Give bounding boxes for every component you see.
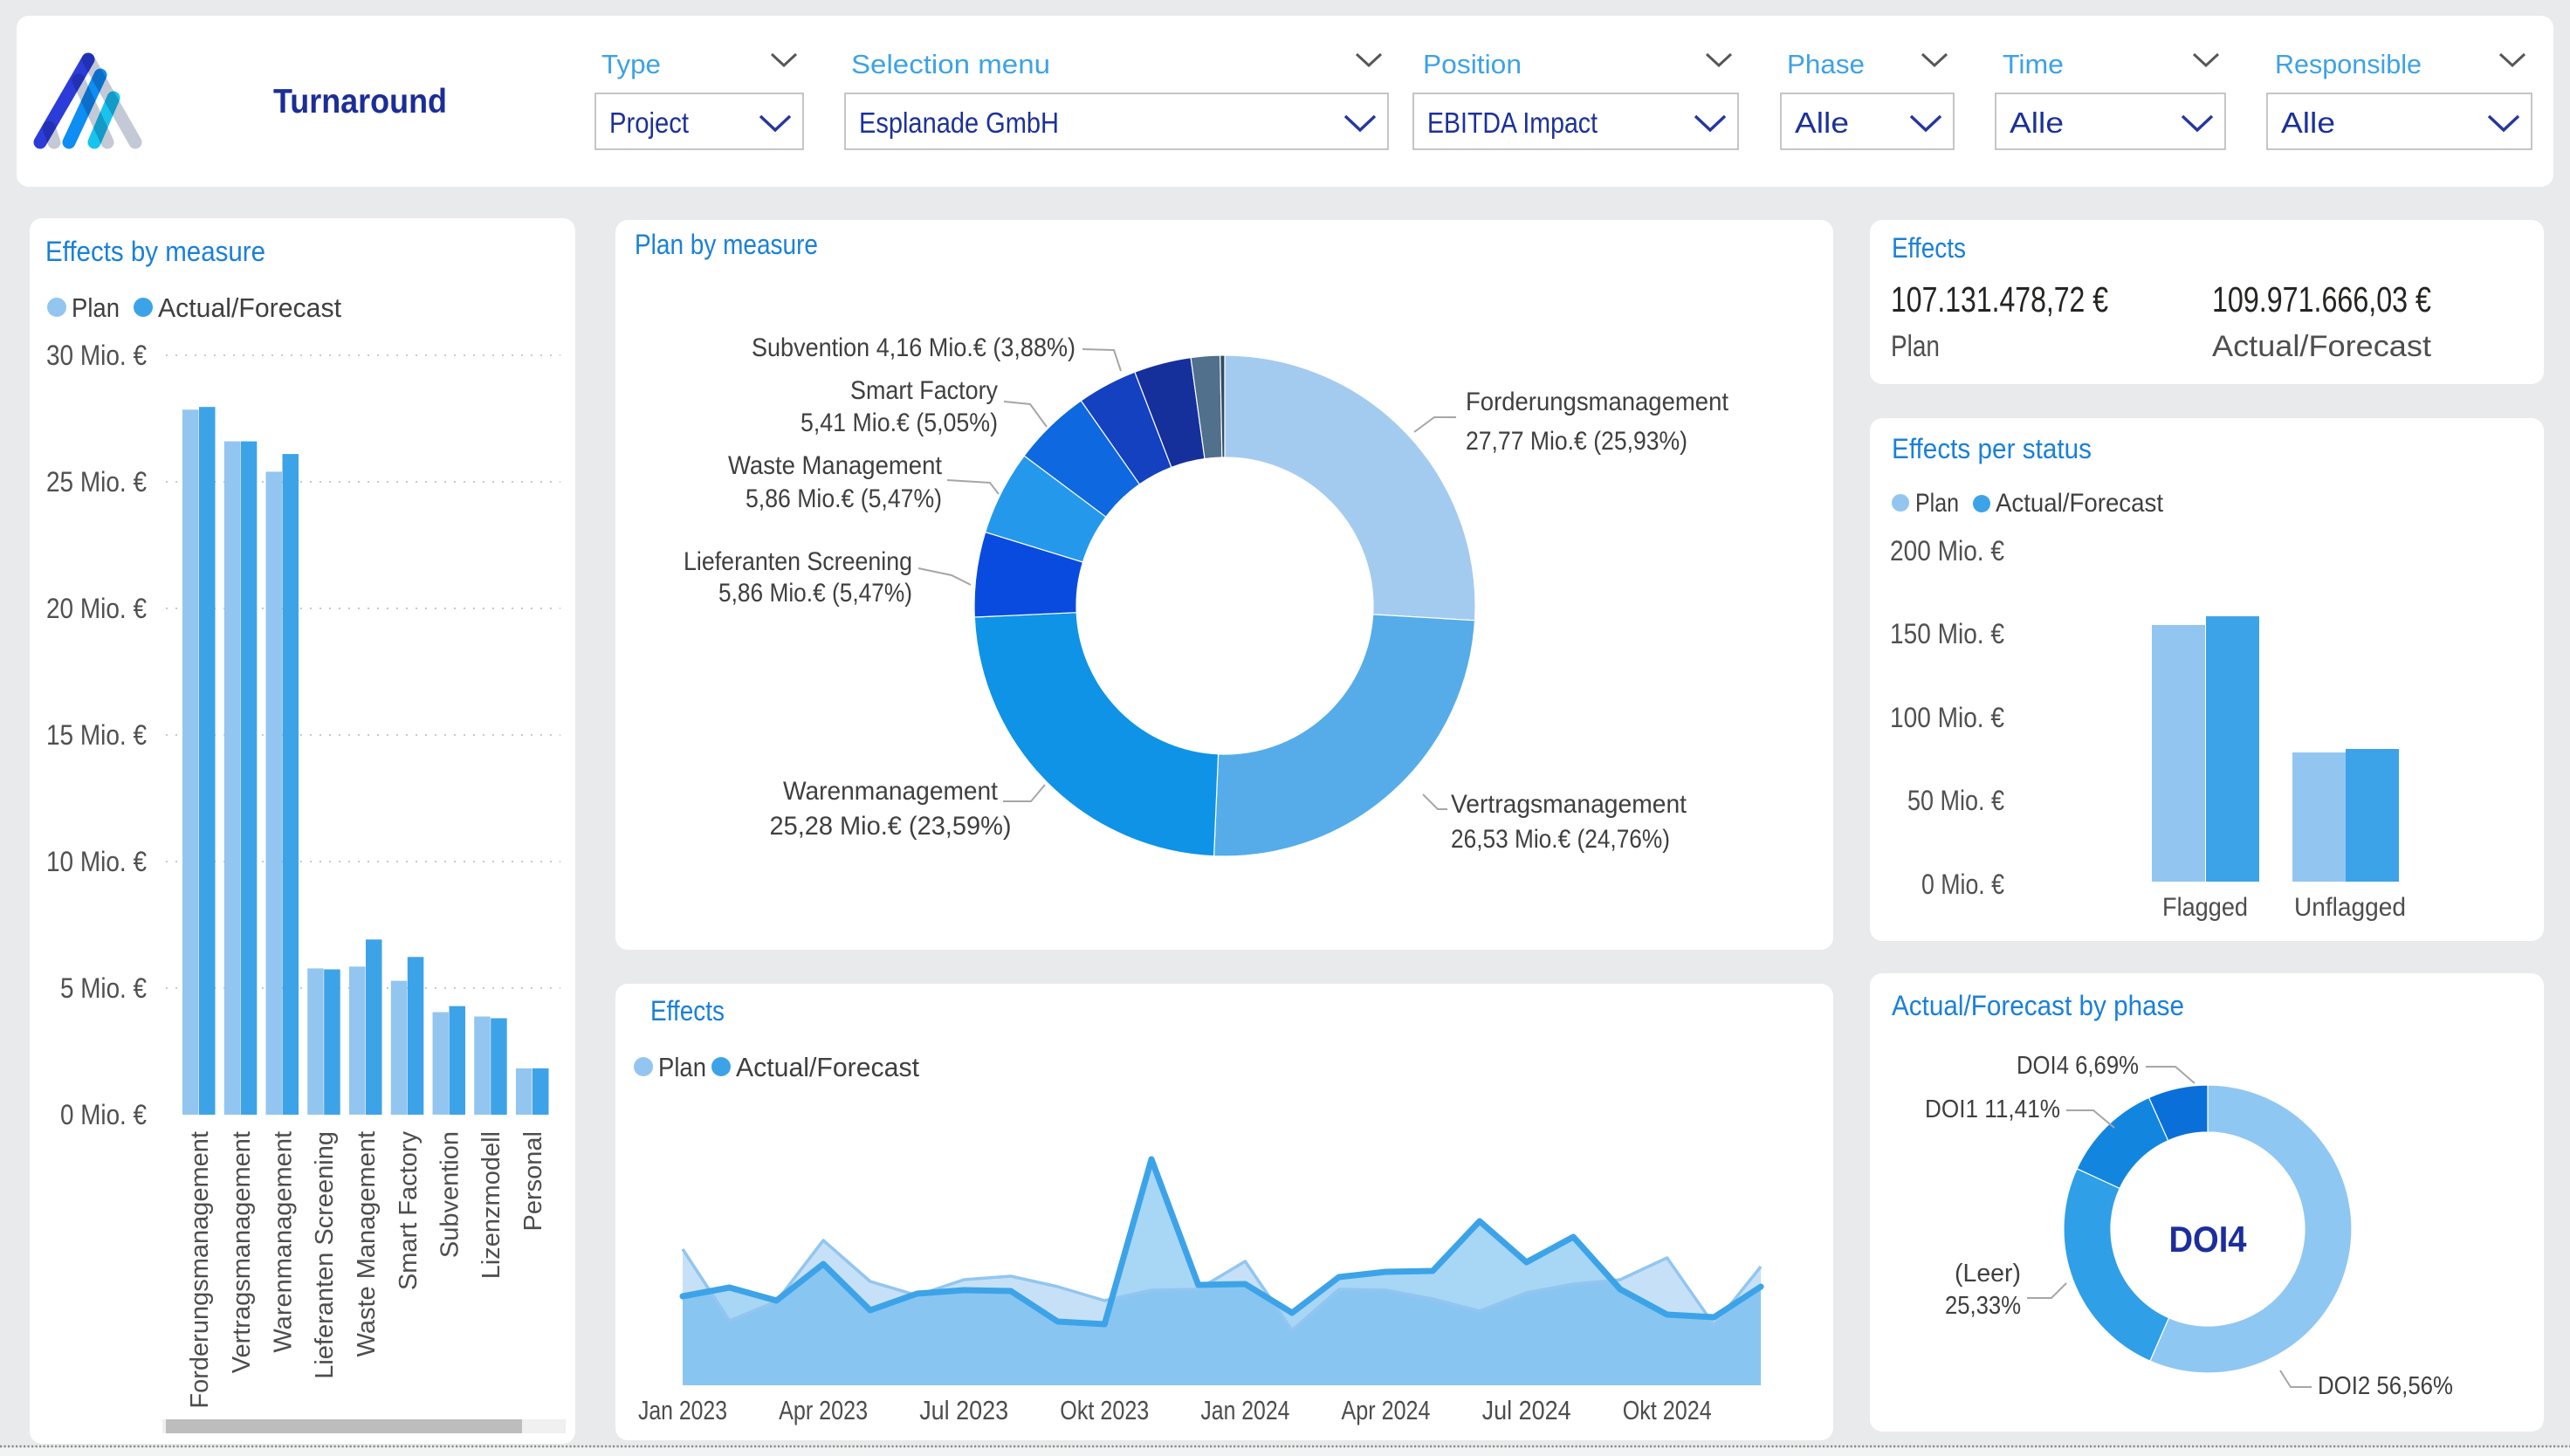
svg-text:Effects: Effects <box>650 995 725 1027</box>
svg-text:(Leer): (Leer) <box>1955 1260 2021 1288</box>
svg-text:200 Mio. €: 200 Mio. € <box>1890 535 2004 567</box>
svg-text:Apr 2023: Apr 2023 <box>779 1395 868 1425</box>
svg-text:DOI4 6,69%: DOI4 6,69% <box>2017 1052 2139 1080</box>
svg-text:Waste Management: Waste Management <box>353 1131 381 1356</box>
svg-text:25,33%: 25,33% <box>1945 1292 2021 1320</box>
svg-text:Okt 2023: Okt 2023 <box>1060 1395 1149 1425</box>
svg-text:Plan: Plan <box>72 292 120 323</box>
svg-text:DOI2 56,56%: DOI2 56,56% <box>2318 1372 2453 1400</box>
svg-text:Forderungsmanagement: Forderungsmanagement <box>186 1131 214 1409</box>
svg-text:5,41 Mio.€ (5,05%): 5,41 Mio.€ (5,05%) <box>801 409 998 437</box>
svg-text:30 Mio. €: 30 Mio. € <box>46 340 147 371</box>
svg-text:Personal: Personal <box>519 1131 547 1231</box>
svg-text:Position: Position <box>1423 49 1522 79</box>
svg-text:Actual/Forecast: Actual/Forecast <box>158 292 341 323</box>
svg-text:Subvention 4,16 Mio.€ (3,88%): Subvention 4,16 Mio.€ (3,88%) <box>752 333 1075 362</box>
svg-text:Phase: Phase <box>1787 49 1865 79</box>
svg-text:Jan 2024: Jan 2024 <box>1200 1395 1289 1425</box>
svg-text:Warenmanagement: Warenmanagement <box>783 777 999 806</box>
svg-text:Actual/Forecast by phase: Actual/Forecast by phase <box>1892 990 2184 1021</box>
svg-text:Actual/Forecast: Actual/Forecast <box>736 1052 919 1082</box>
svg-text:Alle: Alle <box>2010 106 2064 139</box>
svg-text:Lieferanten Screening: Lieferanten Screening <box>311 1131 339 1379</box>
svg-text:Plan: Plan <box>1915 489 1959 518</box>
svg-text:Time: Time <box>2003 49 2064 79</box>
svg-text:Jul 2023: Jul 2023 <box>919 1395 1008 1425</box>
svg-text:Responsible: Responsible <box>2275 49 2422 79</box>
svg-text:Esplanade GmbH: Esplanade GmbH <box>859 106 1059 139</box>
svg-text:Flagged: Flagged <box>2162 893 2248 922</box>
svg-text:Project: Project <box>609 106 689 139</box>
svg-text:Subvention: Subvention <box>436 1131 464 1258</box>
svg-text:Effects by measure: Effects by measure <box>45 236 265 267</box>
svg-text:10 Mio. €: 10 Mio. € <box>46 846 147 877</box>
svg-text:Turnaround: Turnaround <box>273 83 447 120</box>
svg-text:Jul 2024: Jul 2024 <box>1482 1395 1571 1425</box>
svg-text:Plan: Plan <box>658 1052 706 1082</box>
svg-text:5,86 Mio.€ (5,47%): 5,86 Mio.€ (5,47%) <box>746 484 942 513</box>
svg-text:Alle: Alle <box>2281 106 2335 139</box>
svg-text:5 Mio. €: 5 Mio. € <box>60 972 147 1004</box>
svg-text:Alle: Alle <box>1795 106 1849 139</box>
svg-text:Smart Factory: Smart Factory <box>395 1131 423 1291</box>
svg-text:20 Mio. €: 20 Mio. € <box>46 593 147 624</box>
svg-text:15 Mio. €: 15 Mio. € <box>46 719 147 751</box>
svg-text:26,53 Mio.€ (24,76%): 26,53 Mio.€ (24,76%) <box>1451 825 1670 854</box>
svg-text:Type: Type <box>601 49 661 79</box>
svg-text:Jan 2023: Jan 2023 <box>638 1395 727 1425</box>
svg-text:Warenmanagement: Warenmanagement <box>270 1131 298 1353</box>
svg-text:Lizenzmodell: Lizenzmodell <box>478 1131 505 1279</box>
svg-text:Selection menu: Selection menu <box>851 49 1050 79</box>
svg-text:0 Mio. €: 0 Mio. € <box>60 1099 147 1130</box>
svg-text:Waste Management: Waste Management <box>728 451 943 480</box>
svg-text:107.131.478,72 €: 107.131.478,72 € <box>1891 279 2108 319</box>
svg-text:DOI4: DOI4 <box>2169 1219 2248 1260</box>
svg-text:50 Mio. €: 50 Mio. € <box>1907 785 2004 816</box>
svg-text:Actual/Forecast: Actual/Forecast <box>2212 330 2432 363</box>
svg-text:100 Mio. €: 100 Mio. € <box>1890 702 2004 733</box>
svg-text:27,77 Mio.€ (25,93%): 27,77 Mio.€ (25,93%) <box>1466 427 1687 456</box>
svg-text:5,86 Mio.€ (5,47%): 5,86 Mio.€ (5,47%) <box>718 579 912 608</box>
svg-text:109.971.666,03 €: 109.971.666,03 € <box>2212 279 2431 319</box>
svg-text:Vertragsmanagement: Vertragsmanagement <box>228 1131 256 1373</box>
svg-text:Forderungsmanagement: Forderungsmanagement <box>1466 388 1729 416</box>
svg-text:Plan: Plan <box>1891 330 1940 363</box>
svg-text:Effects per status: Effects per status <box>1892 433 2092 464</box>
svg-text:25 Mio. €: 25 Mio. € <box>46 466 147 498</box>
svg-text:0 Mio. €: 0 Mio. € <box>1921 869 2004 900</box>
svg-text:EBITDA Impact: EBITDA Impact <box>1427 106 1598 139</box>
svg-text:25,28 Mio.€ (23,59%): 25,28 Mio.€ (23,59%) <box>770 812 1012 841</box>
svg-text:Smart Factory: Smart Factory <box>850 376 998 405</box>
svg-text:Actual/Forecast: Actual/Forecast <box>1996 489 2164 518</box>
svg-text:Apr 2024: Apr 2024 <box>1342 1395 1431 1425</box>
svg-text:DOI1 11,41%: DOI1 11,41% <box>1925 1095 2060 1123</box>
svg-text:Vertragsmanagement: Vertragsmanagement <box>1451 790 1687 819</box>
svg-text:Plan by measure: Plan by measure <box>635 229 818 260</box>
svg-text:150 Mio. €: 150 Mio. € <box>1890 618 2004 649</box>
svg-text:Unflagged: Unflagged <box>2294 893 2406 922</box>
svg-text:Lieferanten Screening: Lieferanten Screening <box>684 547 912 576</box>
svg-text:Okt 2024: Okt 2024 <box>1623 1395 1712 1425</box>
svg-text:Effects: Effects <box>1892 232 1966 264</box>
